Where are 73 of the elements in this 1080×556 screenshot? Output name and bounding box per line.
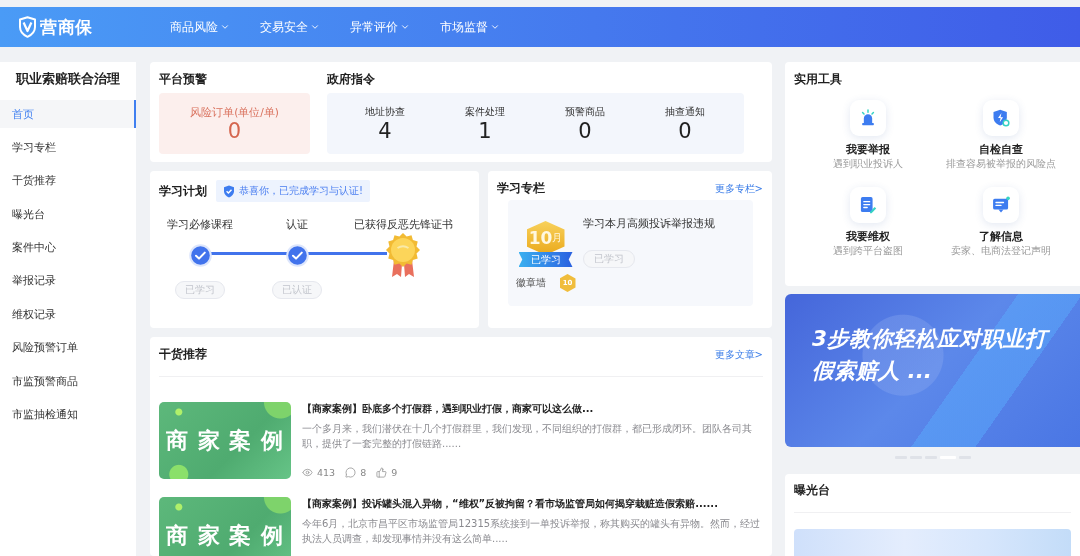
sidebar-item[interactable]: 案件中心: [0, 233, 136, 262]
thumbnail-caption: 商 家 案 例: [166, 521, 284, 550]
thumbnail-caption: 商 家 案 例: [166, 426, 284, 455]
sidebar-title: 职业索赔联合治理: [15, 69, 121, 88]
stat-value: 0: [578, 118, 592, 143]
nav-menu-item[interactable]: 市场监督: [440, 19, 500, 35]
alarm-light-icon[interactable]: [849, 100, 886, 136]
more-link[interactable]: 更多专栏>: [714, 181, 763, 196]
comment-icon: [345, 466, 357, 478]
ribbon-tag: 已学习: [518, 252, 573, 267]
course-title: 学习本月高频投诉举报违规: [583, 217, 715, 231]
shield-check-icon: [223, 184, 235, 198]
comment-count: 8: [360, 466, 367, 478]
logo-text: 营商保: [40, 15, 93, 39]
stat-label: 案件处理: [465, 104, 505, 119]
sidebar-item[interactable]: 曝光台: [0, 200, 136, 229]
badge-wall-label: 徽章墙: [515, 276, 546, 290]
stat-value: 1: [478, 118, 492, 143]
tool-title[interactable]: 我要维权: [845, 231, 890, 243]
thumbs-up-icon: [376, 466, 388, 478]
step-label: 已获得反恶先锋证书: [353, 217, 453, 232]
chevron-down-icon: [310, 22, 320, 32]
banner-headline: 3步教你轻松应对职业打假索赔人 ...: [812, 323, 1052, 387]
logo-icon: [18, 16, 37, 38]
more-link[interactable]: 更多文章>: [714, 347, 763, 362]
tool-subtitle: 卖家、电商法登记声明: [950, 244, 1051, 257]
chevron-down-icon: [400, 22, 410, 32]
step-label: 学习必修课程: [167, 217, 233, 232]
sidebar-item[interactable]: 举报记录: [0, 266, 136, 295]
nav-menu-item[interactable]: 异常评价: [350, 19, 410, 35]
article-title[interactable]: 【商家案例】卧底多个打假群，遇到职业打假，商家可以这么做...: [302, 402, 763, 416]
medal-icon: [385, 232, 421, 278]
sidebar-item[interactable]: 维权记录: [0, 300, 136, 329]
section-title: 平台预警: [159, 71, 208, 88]
eye-icon: [302, 466, 313, 478]
sidebar-item[interactable]: 干货推荐: [0, 166, 136, 195]
section-title: 曝光台: [794, 482, 831, 499]
section-title: 干货推荐: [159, 346, 207, 363]
section-title: 政府指令: [327, 71, 376, 88]
stat-value: 0: [227, 118, 242, 143]
sidebar-item[interactable]: 学习专栏: [0, 133, 136, 162]
stat-label: 风险订单(单位/单): [190, 104, 279, 119]
chevron-down-icon: [490, 22, 500, 32]
tool-title[interactable]: 自检自查: [978, 144, 1023, 156]
tool-subtitle: 遇到职业投诉人: [832, 157, 903, 170]
stat-value: 0: [678, 118, 692, 143]
tool-title[interactable]: 了解信息: [978, 231, 1023, 243]
document-pen-icon[interactable]: [849, 187, 886, 223]
section-title: 学习专栏: [497, 180, 545, 197]
view-count: 413: [317, 466, 336, 478]
tool-subtitle: 遇到跨平台盗图: [832, 244, 903, 257]
like-count: 9: [391, 466, 398, 478]
chevron-down-icon: [220, 22, 230, 32]
sidebar-item[interactable]: 市监预警商品: [0, 367, 136, 396]
stat-label: 地址协查: [365, 104, 405, 119]
notice-text: 恭喜你，已完成学习与认证!: [239, 184, 363, 198]
tool-title[interactable]: 我要举报: [845, 144, 890, 156]
step-label: 认证: [286, 217, 308, 232]
stat-value: 4: [378, 118, 392, 143]
section-title: 学习计划: [159, 182, 207, 200]
stat-label: 抽查通知: [665, 104, 705, 119]
section-title: 实用工具: [794, 71, 843, 88]
shield-bolt-icon[interactable]: [982, 100, 1019, 136]
stat-label: 预警商品: [565, 104, 605, 119]
sidebar-item[interactable]: 风险预警订单: [0, 333, 136, 362]
article-title[interactable]: 【商家案例】投诉罐头混入异物，“维权”反被拘留？看市场监管局如何揭穿栽赃造假索赔......: [302, 497, 763, 511]
sidebar-item[interactable]: 首页: [0, 100, 136, 128]
sidebar-item[interactable]: 市监抽检通知: [0, 400, 136, 429]
tool-subtitle: 排查容易被举报的风险点: [945, 157, 1056, 170]
promo-banner[interactable]: 3步教你轻松应对职业打假索赔人 ...: [785, 294, 1080, 447]
message-box-icon[interactable]: [982, 187, 1019, 223]
article-summary: 今年6月，北京市昌平区市场监管局12315系统接到一单投诉举报，称其购买的罐头有异物。然而，经过执法人员调查，却发现事情并没有这么简单.....: [302, 517, 762, 546]
article-summary: 一个多月来，我们潜伏在十几个打假群里，我们发现，不同组织的打假群，都已形成闭环。团队各司其职，提供了一套完整的打假链路......: [302, 422, 753, 451]
